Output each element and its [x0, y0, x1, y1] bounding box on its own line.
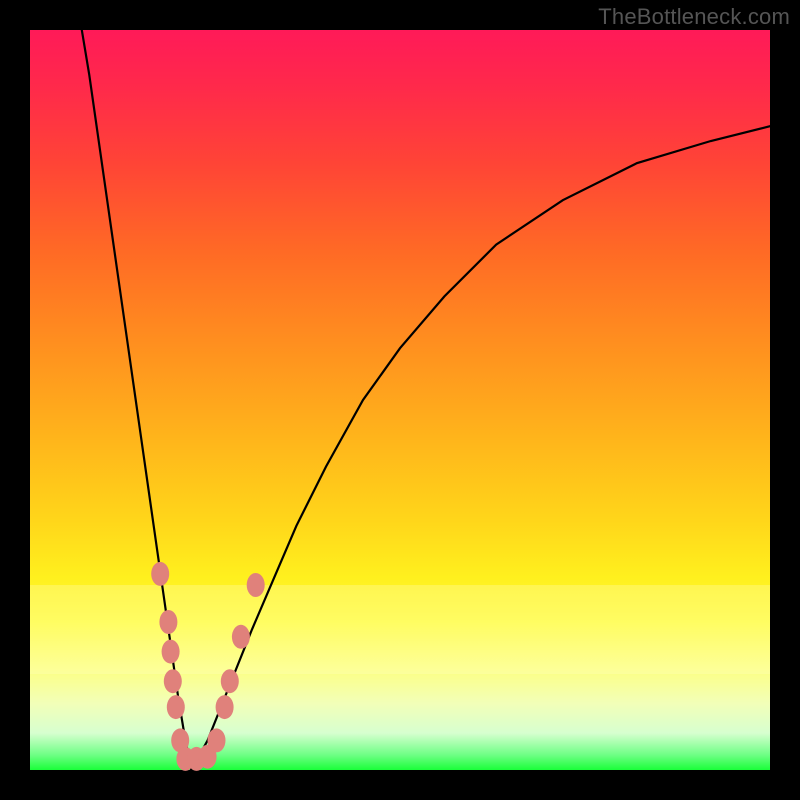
data-point: [162, 640, 180, 664]
data-point: [247, 573, 265, 597]
chart-frame: TheBottleneck.com: [0, 0, 800, 800]
data-point: [208, 728, 226, 752]
curves-group: [82, 30, 770, 770]
plot-area: [30, 30, 770, 770]
data-point: [167, 695, 185, 719]
data-point: [232, 625, 250, 649]
data-points-group: [151, 562, 265, 771]
curve-right: [191, 126, 770, 770]
watermark-text: TheBottleneck.com: [598, 4, 790, 30]
data-point: [216, 695, 234, 719]
chart-svg: [30, 30, 770, 770]
data-point: [164, 669, 182, 693]
data-point: [159, 610, 177, 634]
data-point: [221, 669, 239, 693]
data-point: [151, 562, 169, 586]
